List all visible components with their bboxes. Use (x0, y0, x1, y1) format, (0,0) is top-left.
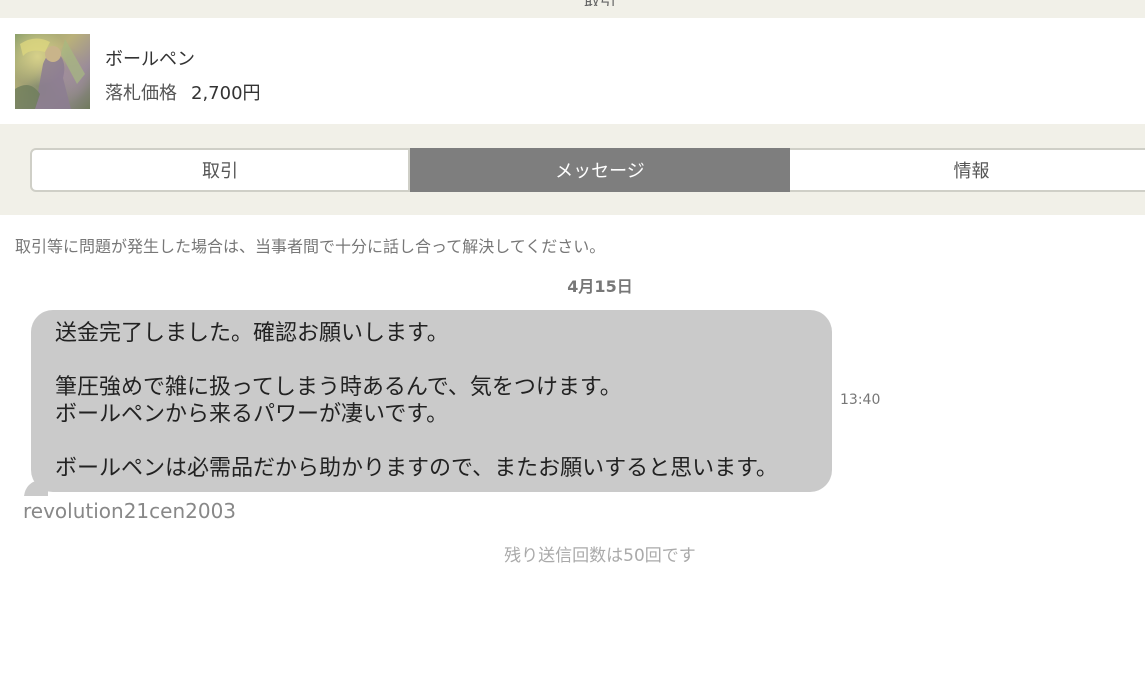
item-thumbnail[interactable] (15, 34, 90, 109)
message-line: 送金完了しました。確認お願いします。 (55, 321, 449, 346)
message-line: 筆圧強めで雑に扱ってしまう時あるんで、気をつけます。 (55, 375, 622, 400)
tab-trade[interactable]: 取引 (30, 148, 410, 192)
trade-message-page: 取引 ボールペン 落札価格 2,700円 取引 メッセージ 情報 取引等に問題が発… (0, 0, 1145, 682)
message-line: ボールペンから来るパワーが凄いです。 (55, 402, 449, 427)
message-line: ボールペンは必需品だから助かりますので、またお願いすると思います。 (55, 456, 778, 481)
tab-info[interactable]: 情報 (790, 148, 1145, 192)
date-separator: 4月15日 (567, 277, 633, 296)
item-thumbnail-art (15, 38, 85, 109)
message-bubble: 送金完了しました。確認お願いします。 筆圧強めで雑に扱ってしまう時あるんで、気を… (31, 310, 832, 492)
message-sender[interactable]: revolution21cen2003 (23, 499, 236, 523)
price-label: 落札価格 (105, 83, 177, 104)
tab-band: 取引 メッセージ 情報 (0, 124, 1145, 215)
page-title: 取引 (540, 0, 660, 6)
top-header-strip: 取引 (0, 0, 1145, 18)
item-name[interactable]: ボールペン (105, 45, 195, 71)
message-time: 13:40 (840, 392, 881, 408)
item-price: 落札価格 2,700円 (105, 79, 261, 105)
price-value: 2,700円 (191, 83, 261, 104)
trade-notice: 取引等に問題が発生した場合は、当事者間で十分に話し合って解決してください。 (15, 237, 606, 256)
tab-message[interactable]: メッセージ (410, 148, 790, 192)
item-summary[interactable]: ボールペン 落札価格 2,700円 (0, 18, 1145, 124)
remaining-send-count: 残り送信回数は50回です (504, 546, 696, 566)
tab-bar: 取引 メッセージ 情報 (30, 148, 1145, 192)
